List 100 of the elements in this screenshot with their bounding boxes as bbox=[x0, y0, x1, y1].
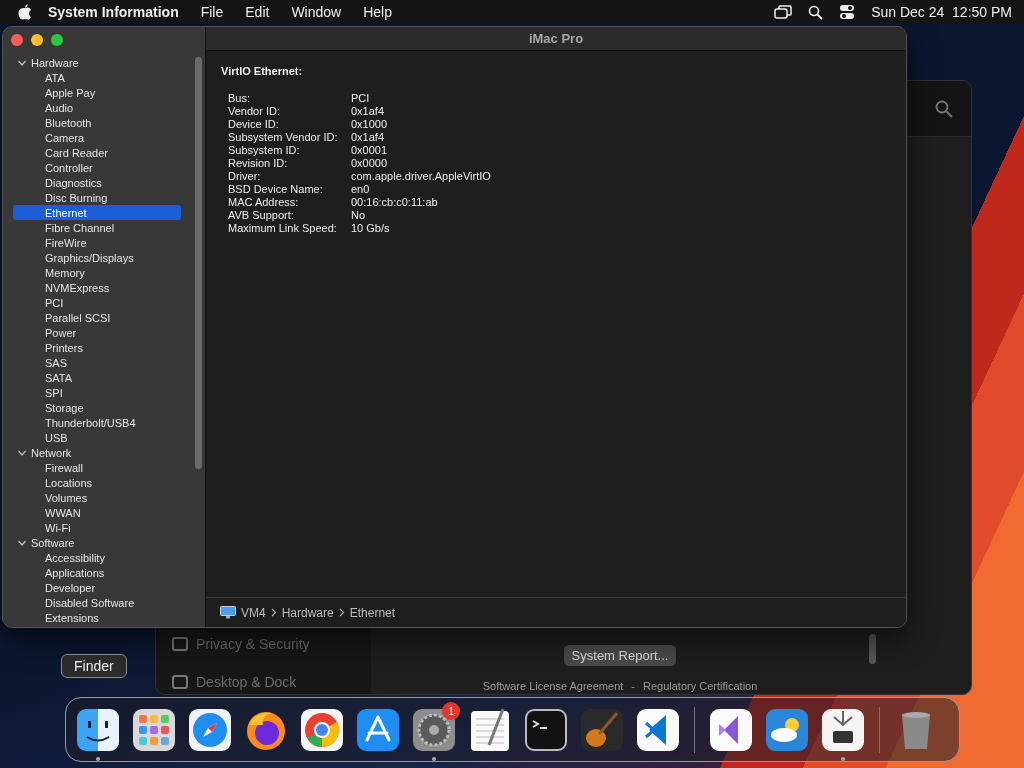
sidebar-item[interactable]: Extensions bbox=[13, 610, 181, 625]
sidebar-item[interactable]: Camera bbox=[13, 130, 181, 145]
sidebar-item[interactable]: Fibre Channel bbox=[13, 220, 181, 235]
search-icon[interactable] bbox=[808, 4, 824, 20]
zoom-button[interactable] bbox=[51, 34, 63, 46]
app-store-icon[interactable] bbox=[355, 706, 401, 753]
property-value: 00:16:cb:c0:11:ab bbox=[351, 196, 439, 209]
sidebar-item[interactable]: SPI bbox=[13, 385, 181, 400]
sidebar-item[interactable]: Disabled Software bbox=[13, 595, 181, 610]
sidebar-item[interactable]: Applications bbox=[13, 565, 181, 580]
property-value: en0 bbox=[351, 183, 371, 196]
sidebar-item[interactable]: WWAN bbox=[13, 505, 181, 520]
footer-link[interactable]: Software License Agreement bbox=[482, 680, 624, 694]
property-value: 0x0000 bbox=[351, 157, 389, 170]
menu-bar-clock[interactable]: Sun Dec 24 12:50 PM bbox=[871, 4, 1012, 20]
path-segment[interactable]: VM4 bbox=[241, 605, 266, 620]
sidebar-item[interactable]: ATA bbox=[13, 70, 181, 85]
menu-item[interactable]: Edit bbox=[245, 4, 270, 20]
footer-link[interactable]: - bbox=[631, 680, 635, 694]
sidebar-group[interactable]: Network bbox=[3, 445, 205, 460]
sidebar-item[interactable]: Firewall bbox=[13, 460, 181, 475]
system-report-button[interactable]: System Report... bbox=[563, 645, 677, 666]
sidebar-item[interactable]: NVMExpress bbox=[13, 280, 181, 295]
property-label: Subsystem Vendor ID: bbox=[228, 131, 339, 144]
sidebar-item[interactable]: PCI bbox=[13, 295, 181, 310]
property-label: Subsystem ID: bbox=[228, 144, 301, 157]
property-label: Maximum Link Speed: bbox=[228, 222, 338, 235]
property-label: Vendor ID: bbox=[228, 105, 281, 118]
notification-badge: 1 bbox=[442, 701, 460, 720]
sidebar-item-icon bbox=[172, 675, 188, 689]
sidebar-item[interactable]: Graphics/Displays bbox=[13, 250, 181, 265]
sidebar-item[interactable]: Controller bbox=[13, 160, 181, 175]
menu-item[interactable]: Window bbox=[291, 4, 342, 20]
property-label: Driver: bbox=[228, 170, 262, 183]
sidebar-item[interactable]: SATA bbox=[13, 370, 181, 385]
property-label: Device ID: bbox=[228, 118, 280, 131]
group-label: Software bbox=[31, 536, 75, 549]
property-label: BSD Device Name: bbox=[228, 183, 324, 196]
property-value: No bbox=[351, 209, 367, 222]
sidebar-item[interactable]: Thunderbolt/USB4 bbox=[13, 415, 181, 430]
dock-tooltip: Finder bbox=[61, 654, 127, 678]
sidebar-item[interactable]: Locations bbox=[13, 475, 181, 490]
sidebar-item[interactable]: Disc Burning bbox=[13, 190, 181, 205]
property-value: com.apple.driver.AppleVirtIO bbox=[351, 170, 491, 183]
sidebar-item[interactable]: Storage bbox=[13, 400, 181, 415]
detail-heading: VirtIO Ethernet: bbox=[221, 65, 304, 77]
ribbon-icon[interactable] bbox=[708, 706, 754, 753]
toggles-icon[interactable] bbox=[839, 4, 856, 20]
sidebar-item[interactable]: Audio bbox=[13, 100, 181, 115]
compass-icon[interactable] bbox=[187, 706, 233, 753]
property-value: PCI bbox=[351, 92, 371, 105]
property-value: 0x1000 bbox=[351, 118, 389, 131]
sidebar-item[interactable]: SAS bbox=[13, 355, 181, 370]
path-segment[interactable]: Ethernet bbox=[349, 605, 396, 620]
finder-face-icon[interactable] bbox=[75, 706, 121, 753]
menu-item[interactable]: Help bbox=[363, 4, 392, 20]
path-segment[interactable]: Hardware bbox=[281, 605, 334, 620]
property-value: 10 Gb/s bbox=[351, 222, 391, 235]
property-label: AVB Support: bbox=[228, 209, 295, 222]
sidebar-item[interactable]: Ethernet bbox=[13, 205, 181, 220]
sidebar-item[interactable]: Accessibility bbox=[13, 550, 181, 565]
close-button[interactable] bbox=[11, 34, 23, 46]
sidebar-item[interactable]: Power bbox=[13, 325, 181, 340]
sidebar-item[interactable]: Bluetooth bbox=[13, 115, 181, 130]
window-title: iMac Pro bbox=[206, 27, 906, 51]
scrollbar[interactable] bbox=[869, 634, 876, 664]
app-menu[interactable]: System Information bbox=[48, 4, 179, 20]
scrollbar[interactable] bbox=[195, 57, 202, 469]
group-label: Hardware bbox=[31, 56, 79, 69]
sidebar-item[interactable]: Diagnostics bbox=[13, 175, 181, 190]
sidebar-group[interactable]: Software bbox=[3, 535, 205, 550]
property-label: Revision ID: bbox=[228, 157, 289, 170]
guitar-icon[interactable] bbox=[579, 706, 625, 753]
gear-icon[interactable] bbox=[411, 706, 457, 753]
sidebar-item[interactable]: FireWire bbox=[13, 235, 181, 250]
sidebar-item[interactable]: Apple Pay bbox=[13, 85, 181, 100]
terminal-icon[interactable] bbox=[523, 706, 569, 753]
sidebar-group[interactable]: Hardware bbox=[3, 55, 205, 70]
sidebar-item[interactable]: Volumes bbox=[13, 490, 181, 505]
sidebar-item[interactable]: Card Reader bbox=[13, 145, 181, 160]
windows-icon[interactable] bbox=[774, 5, 793, 19]
grid-icon[interactable] bbox=[131, 706, 177, 753]
monitor-icon bbox=[220, 606, 236, 619]
chevron-right-icon bbox=[338, 608, 345, 617]
sidebar-item[interactable]: Developer bbox=[13, 580, 181, 595]
code-icon[interactable] bbox=[635, 706, 681, 753]
property-label: MAC Address: bbox=[228, 196, 300, 209]
sidebar-item[interactable]: Wi-Fi bbox=[13, 520, 181, 535]
property-value: 0x0001 bbox=[351, 144, 389, 157]
menu-item[interactable]: File bbox=[200, 4, 224, 20]
minimize-button[interactable] bbox=[31, 34, 43, 46]
cloud-sun-icon[interactable] bbox=[764, 706, 810, 753]
footer-link[interactable]: Regulatory Certification bbox=[643, 680, 758, 694]
sidebar-item[interactable]: USB bbox=[13, 430, 181, 445]
browser-ring-icon[interactable] bbox=[299, 706, 345, 753]
sidebar-item[interactable]: Memory bbox=[13, 265, 181, 280]
sidebar-item[interactable]: Parallel SCSI bbox=[13, 310, 181, 325]
apple-icon[interactable] bbox=[18, 4, 32, 20]
sidebar-item[interactable]: Printers bbox=[13, 340, 181, 355]
property-label: Bus: bbox=[228, 92, 251, 105]
